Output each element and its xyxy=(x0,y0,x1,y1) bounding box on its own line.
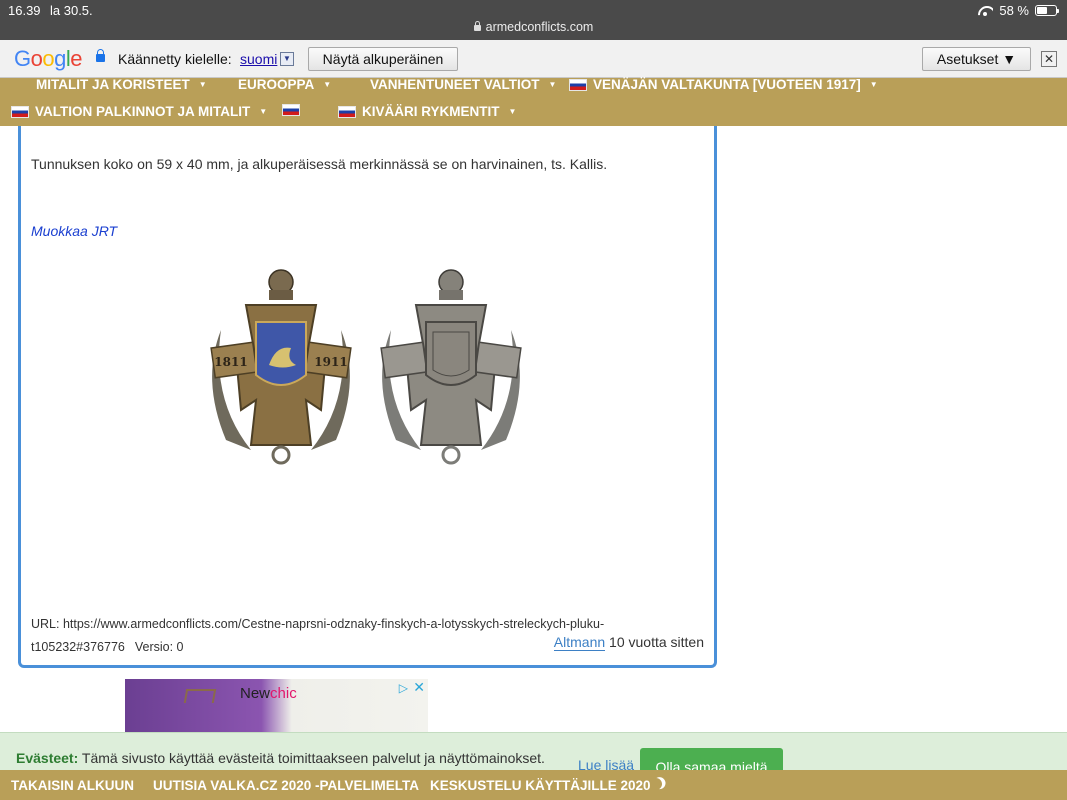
nav-item-russian-empire[interactable]: VENÄJÄN VALTAKUNTA [VUOTEEN 1917] ▼ xyxy=(569,77,878,92)
edit-link[interactable]: Muokkaa JRT xyxy=(31,223,117,239)
chevron-down-icon: ▼ xyxy=(869,80,878,89)
language-select[interactable]: suomi xyxy=(240,51,277,67)
wifi-icon xyxy=(977,5,993,17)
chevron-down-icon: ▼ xyxy=(198,80,207,89)
cookie-banner: Evästeet: Tämä sivusto käyttää evästeitä… xyxy=(0,732,1067,778)
adchoices-icon[interactable]: ▷ xyxy=(399,681,408,695)
google-translate-bar: Google Käännetty kielelle: suomi ▼ Näytä… xyxy=(0,40,1067,78)
clock: 16.39 xyxy=(8,3,41,18)
status-indicators: 58 % xyxy=(977,3,1059,18)
russia-flag-icon xyxy=(569,78,587,91)
author-link[interactable]: Altmann xyxy=(553,634,606,651)
ios-status-bar: 16.39 la 30.5. armedconflicts.com 58 % xyxy=(0,0,1067,40)
battery-fill xyxy=(1037,7,1048,14)
chevron-down-icon: ▼ xyxy=(508,107,517,116)
ad-brand-prefix: New xyxy=(240,685,271,702)
address-text: armedconflicts.com xyxy=(485,20,594,34)
nav-item-state-awards[interactable]: VALTION PALKINNOT JA MITALIT ▼ xyxy=(11,104,267,119)
cookie-message: Tämä sivusto käyttää evästeitä toimittaa… xyxy=(81,750,545,766)
nav-label: MITALIT JA KORISTEET xyxy=(36,77,190,92)
chevron-down-icon: ▼ xyxy=(548,80,557,89)
post-content: Tunnuksen koko on 59 x 40 mm, ja alkuper… xyxy=(18,126,717,668)
badge-image: 1811 1911 xyxy=(210,269,522,465)
chevron-down-icon: ▼ xyxy=(259,107,268,116)
settings-button[interactable]: Asetukset ▼ xyxy=(922,47,1031,71)
badge-year-right: 1911 xyxy=(314,355,347,369)
hanger-icon xyxy=(183,689,217,703)
advertisement[interactable]: Newchic ▷ ✕ xyxy=(125,679,428,739)
russia-flag-icon xyxy=(338,105,356,118)
language-dropdown-icon[interactable]: ▼ xyxy=(280,52,294,66)
close-icon[interactable]: ✕ xyxy=(1041,51,1057,67)
footer-back-to-top[interactable]: TAKAISIN ALKUUN xyxy=(11,778,134,793)
ad-brand: Newchic xyxy=(240,685,297,702)
moon-icon[interactable] xyxy=(648,776,663,791)
page: 16.39 la 30.5. armedconflicts.com 58 % G… xyxy=(0,0,1067,800)
badge-left: 1811 1911 xyxy=(210,269,352,465)
post-meta: Altmann 10 vuotta sitten xyxy=(553,634,704,651)
russia-flag-icon xyxy=(282,104,300,116)
lock-icon xyxy=(473,21,481,31)
battery-percent: 58 % xyxy=(999,3,1029,18)
battery-icon xyxy=(1035,5,1059,16)
padlock-icon xyxy=(96,49,105,62)
version-label: Versio: 0 xyxy=(134,640,184,654)
post-url[interactable]: URL: https://www.armedconflicts.com/Cest… xyxy=(31,617,604,654)
nav-item-rifle-regiments[interactable]: KIVÄÄRI RYKMENTIT ▼ xyxy=(338,104,516,119)
nav-label: VENÄJÄN VALTAKUNTA [VUOTEEN 1917] xyxy=(593,77,861,92)
nav-item-medals[interactable]: MITALIT JA KORISTEET ▼ xyxy=(36,77,207,92)
nav-label: VALTION PALKINNOT JA MITALIT xyxy=(35,104,251,119)
main-nav: MITALIT JA KORISTEET ▼ EUROOPPA ▼ VANHENTU… xyxy=(0,77,1067,126)
cookie-title: Evästeet: xyxy=(16,750,79,766)
ad-close-icon[interactable]: ✕ xyxy=(413,679,425,696)
nav-label: KIVÄÄRI RYKMENTIT xyxy=(362,104,500,119)
post-age: 10 vuotta sitten xyxy=(609,634,704,650)
address-bar[interactable]: armedconflicts.com xyxy=(0,20,1067,34)
nav-item-flag[interactable] xyxy=(282,104,300,116)
post-text: Tunnuksen koko on 59 x 40 mm, ja alkuper… xyxy=(31,156,608,172)
chevron-down-icon: ▼ xyxy=(323,80,332,89)
nav-item-former-states[interactable]: VANHENTUNEET VALTIOT ▼ xyxy=(370,77,556,92)
footer-news-link[interactable]: UUTISIA VALKA.CZ 2020 -PALVELIMELTA xyxy=(153,778,419,793)
show-original-button[interactable]: Näytä alkuperäinen xyxy=(308,47,458,71)
ad-brand-suffix: chic xyxy=(270,685,297,702)
russia-flag-icon xyxy=(11,105,29,118)
nav-label: VANHENTUNEET VALTIOT xyxy=(370,77,540,92)
google-logo: Google xyxy=(14,46,83,71)
date: la 30.5. xyxy=(50,3,93,18)
translated-label: Käännetty kielelle: xyxy=(118,51,232,67)
nav-item-europe[interactable]: EUROOPPA ▼ xyxy=(238,77,331,92)
cookie-text: Evästeet: Tämä sivusto käyttää evästeitä… xyxy=(16,750,545,766)
footer-nav: TAKAISIN ALKUUN UUTISIA VALKA.CZ 2020 -P… xyxy=(0,770,1067,800)
footer-forum-link[interactable]: KESKUSTELU KÄYTTÄJILLE 2020 xyxy=(430,778,651,793)
badge-right xyxy=(380,269,522,465)
badge-year-left: 1811 xyxy=(214,355,247,369)
nav-label: EUROOPPA xyxy=(238,77,315,92)
